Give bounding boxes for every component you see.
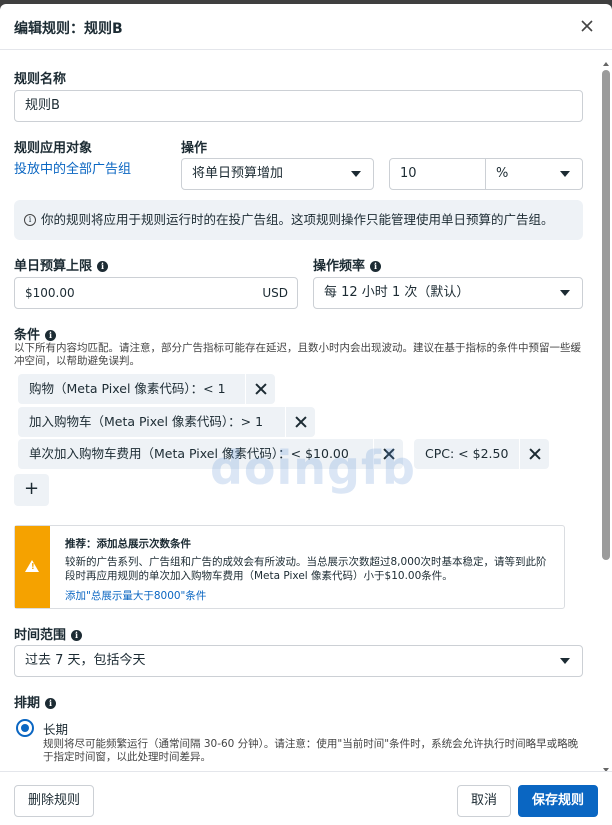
delete-rule-button[interactable]: 删除规则 — [14, 785, 94, 817]
rule-name-input[interactable]: 规则B — [14, 90, 583, 122]
time-range-label: 时间范围 i — [14, 624, 83, 643]
condition-chip[interactable]: CPC: < $2.50 — [414, 439, 549, 469]
recommendation-text: 较新的广告系列、广告组和广告的成效会有所波动。当总展示次数超过8,000次时基本… — [65, 556, 547, 582]
scroll-up-icon[interactable] — [603, 62, 609, 66]
close-icon — [383, 448, 395, 460]
condition-chip-text: 加入购物车（Meta Pixel 像素代码）：> 1 — [29, 414, 264, 429]
time-range-label-text: 时间范围 — [14, 628, 67, 643]
info-notice: i 你的规则将应用于规则运行时的在投广告组。这项规则操作只能管理使用单日预算的广… — [14, 200, 583, 240]
schedule-radio-continuous[interactable] — [16, 719, 34, 737]
chevron-down-icon — [560, 658, 570, 664]
conditions-label: 条件 i — [14, 324, 57, 343]
condition-chip-text: 购物（Meta Pixel 像素代码）：< 1 — [29, 381, 226, 396]
conditions-note: 以下所有内容均匹配。请注意，部分广告指标可能存在延迟，且数小时内会出现波动。建议… — [14, 342, 581, 367]
frequency-label: 操作频率 i — [313, 255, 382, 274]
recommendation-banner: ! 推荐：添加总展示次数条件 较新的广告系列、广告组和广告的成效会有所波动。当总… — [14, 525, 565, 609]
chevron-down-icon — [351, 171, 361, 177]
dialog-footer: 删除规则 取消 保存规则 — [0, 771, 612, 825]
remove-condition-button[interactable] — [245, 374, 275, 404]
info-notice-text: 你的规则将应用于规则运行时的在投广告组。这项规则操作只能管理使用单日预算的广告组… — [41, 212, 554, 227]
close-icon — [529, 448, 541, 460]
apply-to-label: 规则应用对象 — [14, 141, 93, 156]
apply-to-link[interactable]: 投放中的全部广告组 — [14, 158, 131, 177]
info-icon[interactable]: i — [97, 261, 109, 272]
info-icon[interactable]: i — [370, 261, 382, 272]
close-icon[interactable] — [578, 17, 596, 35]
action-amount-input[interactable]: 10 — [389, 158, 486, 190]
currency-label: USD — [262, 286, 288, 300]
remove-condition-button[interactable] — [373, 439, 403, 469]
schedule-option-desc: 规则将尽可能频繁运行（通常间隔 30-60 分钟）。请注意：使用"当前时间"条件… — [43, 738, 579, 763]
time-range-select[interactable]: 过去 7 天，包括今天 — [14, 645, 583, 677]
frequency-value: 每 12 小时 1 次（默认） — [324, 285, 470, 300]
frequency-label-text: 操作频率 — [313, 259, 366, 274]
schedule-option-label: 长期 — [43, 722, 69, 737]
edit-rule-dialog: 编辑规则：规则B 规则名称 规则B 规则应用对象 投放中的全部广告组 操作 将单… — [0, 4, 612, 825]
budget-cap-label-text: 单日预算上限 — [14, 259, 93, 274]
condition-chip-text: 单次加入购物车费用（Meta Pixel 像素代码）：< $10.00 — [29, 446, 349, 461]
rule-name-label: 规则名称 — [14, 72, 67, 87]
add-condition-button[interactable]: + — [14, 474, 49, 506]
scrollbar-thumb[interactable] — [602, 70, 610, 560]
schedule-label-text: 排期 — [14, 696, 41, 711]
budget-cap-label: 单日预算上限 i — [14, 255, 109, 274]
action-select[interactable]: 将单日预算增加 — [181, 158, 374, 190]
scrollbar[interactable] — [602, 62, 610, 772]
dialog-title: 编辑规则：规则B — [14, 21, 123, 37]
info-icon: i — [24, 214, 36, 226]
dialog-body: 规则名称 规则B 规则应用对象 投放中的全部广告组 操作 将单日预算增加 10 … — [0, 51, 598, 771]
time-range-value: 过去 7 天，包括今天 — [25, 653, 146, 668]
warning-icon: ! — [25, 560, 39, 572]
condition-chip-text: CPC: < $2.50 — [425, 446, 509, 461]
info-icon[interactable]: i — [45, 698, 57, 709]
frequency-select[interactable]: 每 12 小时 1 次（默认） — [313, 277, 583, 309]
budget-cap-input[interactable]: $100.00 USD — [14, 277, 298, 309]
close-icon — [295, 416, 307, 428]
condition-chip[interactable]: 单次加入购物车费用（Meta Pixel 像素代码）：< $10.00 — [18, 439, 403, 469]
dialog-header: 编辑规则：规则B — [0, 4, 612, 50]
condition-chip[interactable]: 加入购物车（Meta Pixel 像素代码）：> 1 — [18, 407, 315, 437]
info-icon[interactable]: i — [45, 330, 57, 341]
save-rule-button[interactable]: 保存规则 — [518, 785, 598, 817]
warning-stripe: ! — [15, 526, 50, 608]
info-icon[interactable]: i — [71, 630, 83, 641]
budget-cap-value: $100.00 — [25, 286, 75, 300]
action-unit-select[interactable]: % — [485, 158, 583, 190]
action-select-value: 将单日预算增加 — [192, 166, 284, 181]
cancel-button[interactable]: 取消 — [457, 785, 511, 817]
close-icon — [255, 383, 267, 395]
remove-condition-button[interactable] — [285, 407, 315, 437]
schedule-label: 排期 i — [14, 692, 57, 711]
add-impressions-condition-link[interactable]: 添加"总展示量大于8000"条件 — [65, 588, 206, 603]
conditions-label-text: 条件 — [14, 328, 41, 343]
chevron-down-icon — [560, 171, 570, 177]
action-unit-value: % — [496, 166, 509, 181]
action-label: 操作 — [181, 141, 208, 156]
chevron-down-icon — [560, 290, 570, 296]
condition-chip[interactable]: 购物（Meta Pixel 像素代码）：< 1 — [18, 374, 275, 404]
recommendation-heading: 推荐：添加总展示次数条件 — [65, 538, 191, 550]
remove-condition-button[interactable] — [519, 439, 549, 469]
